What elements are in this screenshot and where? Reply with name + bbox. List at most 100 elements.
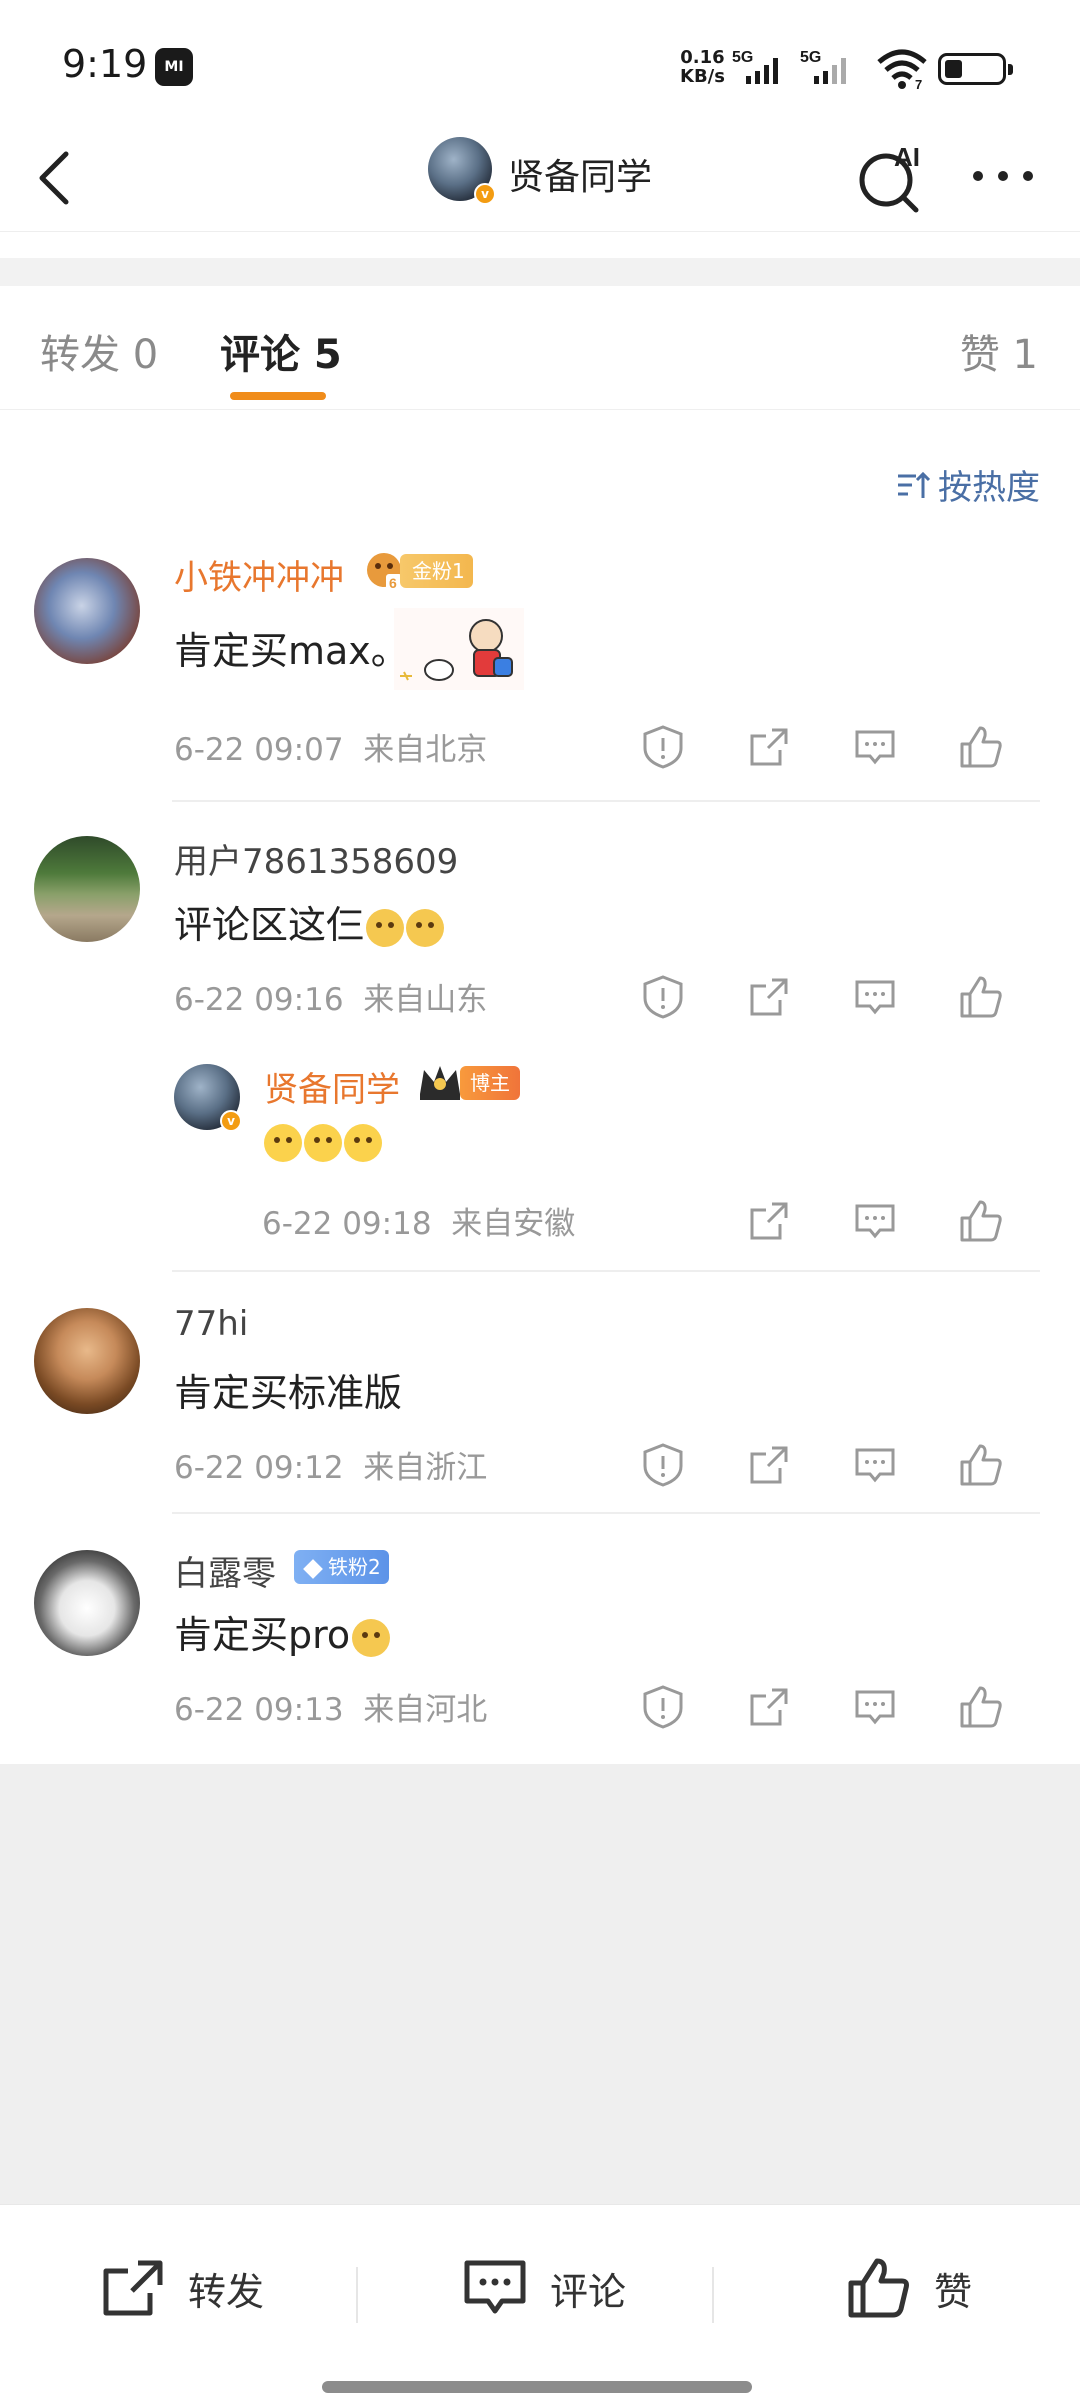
comment-meta: 6-22 09:16 来自山东	[174, 974, 487, 1019]
like-button[interactable]: 赞	[846, 2257, 972, 2319]
avatar[interactable]	[34, 1308, 140, 1414]
reply-icon[interactable]	[852, 1684, 898, 1730]
laugh-emoji-icon	[344, 1124, 382, 1162]
reply-icon[interactable]	[852, 724, 898, 770]
comment-username[interactable]: 用户7861358609	[174, 834, 458, 883]
share-icon[interactable]	[746, 1198, 792, 1244]
author-avatar[interactable]: v	[428, 137, 496, 205]
comment-actions	[640, 724, 1040, 774]
tab-like[interactable]: 赞 1	[960, 322, 1038, 380]
comment-time: 6-22 09:16	[174, 982, 344, 1018]
doge-emoji-icon	[406, 908, 445, 947]
share-icon[interactable]	[746, 974, 792, 1020]
like-icon[interactable]	[958, 724, 1004, 770]
comment-username[interactable]: 小铁冲冲冲	[174, 550, 344, 599]
status-time: 9:19	[62, 42, 148, 86]
tab-comment[interactable]: 评论 5	[220, 322, 342, 380]
gold-fan-badge: 金粉1	[400, 554, 473, 588]
bottom-divider	[712, 2267, 714, 2323]
comment-actions	[640, 974, 1040, 1024]
back-arrow-icon[interactable]	[30, 138, 90, 218]
mi-notification-icon: MI	[155, 48, 193, 86]
repost-icon	[103, 2260, 163, 2316]
report-icon[interactable]	[640, 1442, 686, 1488]
report-icon[interactable]	[640, 1684, 686, 1730]
share-icon[interactable]	[746, 1684, 792, 1730]
comment-button[interactable]: 评论	[462, 2257, 626, 2319]
comment-username[interactable]: 白露零	[174, 1546, 276, 1595]
sort-icon	[898, 471, 930, 498]
comment-meta: 6-22 09:12 来自浙江	[174, 1442, 487, 1487]
doge-emoji-icon	[366, 908, 405, 947]
laugh-emoji-icon	[264, 1124, 302, 1162]
net-speed-unit: KB/s	[680, 66, 725, 87]
signal-5g-icon: 5G	[800, 49, 846, 84]
comment-text-wrap: 评论区这仨	[174, 894, 445, 949]
sim2-label: 5G	[800, 49, 821, 66]
report-icon[interactable]	[640, 724, 686, 770]
comment-text: 肯定买max。	[174, 629, 409, 673]
reply-icon[interactable]	[852, 1198, 898, 1244]
comment-meta: 6-22 09:07 来自北京	[174, 724, 487, 769]
share-icon[interactable]	[746, 724, 792, 770]
empty-area	[0, 1764, 1080, 2204]
net-speed-value: 0.16	[680, 47, 725, 68]
network-speed: 0.16 KB/s	[680, 48, 725, 86]
tab-bar: 转发 0 评论 5 赞 1	[0, 286, 1080, 410]
sim1-label: 5G	[732, 49, 753, 66]
laugh-emoji-icon	[304, 1124, 342, 1162]
home-indicator[interactable]	[322, 2381, 752, 2393]
comment-text: 肯定买标准版	[174, 1371, 403, 1415]
more-options-icon[interactable]	[968, 156, 1038, 196]
comment-actions	[640, 1442, 1040, 1492]
comment-meta: 6-22 09:13 来自河北	[174, 1684, 487, 1729]
reply-icon[interactable]	[852, 974, 898, 1020]
host-badge: 博主	[460, 1066, 520, 1100]
reply-avatar[interactable]: v	[174, 1064, 242, 1132]
reply-icon[interactable]	[852, 1442, 898, 1488]
like-icon[interactable]	[958, 1442, 1004, 1488]
comment-text-wrap: 肯定买pro	[174, 1604, 391, 1659]
comment-location: 来自北京	[363, 732, 488, 768]
repost-button[interactable]: 转发	[100, 2257, 264, 2319]
comment-icon	[464, 2260, 526, 2314]
comment-divider	[172, 800, 1040, 802]
share-icon[interactable]	[746, 1442, 792, 1488]
sort-label: 按热度	[938, 468, 1040, 508]
comment-actions	[640, 1684, 1040, 1734]
comment-location: 来自山东	[363, 982, 488, 1018]
avatar[interactable]	[34, 558, 140, 664]
reply-actions	[640, 1198, 1040, 1248]
like-icon[interactable]	[958, 974, 1004, 1020]
cartoon-sticker-icon	[394, 608, 524, 690]
like-icon[interactable]	[958, 1684, 1004, 1730]
ai-label: AI	[894, 142, 920, 172]
report-icon[interactable]	[640, 974, 686, 1020]
comment-divider	[172, 1270, 1040, 1272]
comment-location: 来自河北	[363, 1692, 488, 1728]
reply-username[interactable]: 贤备同学	[264, 1062, 400, 1111]
avatar[interactable]	[34, 1550, 140, 1656]
status-bar: 9:19 MI 0.16 KB/s 5G 5G 7	[0, 0, 1080, 130]
avatar[interactable]	[34, 836, 140, 942]
reply-meta: 6-22 09:18 来自安徽	[262, 1198, 575, 1243]
comment-location: 来自浙江	[363, 1450, 488, 1486]
reply-text	[262, 1124, 382, 1162]
like-label: 赞	[934, 2269, 973, 2314]
comment-username[interactable]: 77hi	[174, 1304, 248, 1344]
bottom-divider	[356, 2267, 358, 2323]
comment-time: 6-22 09:13	[174, 1692, 344, 1728]
active-tab-indicator	[230, 392, 326, 400]
verified-badge-icon: v	[220, 1110, 242, 1132]
page-title[interactable]: 贤备同学	[508, 148, 652, 200]
sort-by-hot-button[interactable]: 按热度	[896, 460, 1040, 509]
comment-divider	[172, 1512, 1040, 1514]
comment-time: 6-22 09:12	[174, 1450, 344, 1486]
battery-icon	[938, 53, 1013, 85]
ai-search-icon[interactable]: AI	[852, 136, 932, 216]
reply-time: 6-22 09:18	[262, 1206, 432, 1242]
comment-text: 肯定买pro	[174, 1613, 351, 1657]
like-icon[interactable]	[958, 1198, 1004, 1244]
crown-icon	[420, 1066, 460, 1100]
tab-repost[interactable]: 转发 0	[40, 322, 158, 380]
